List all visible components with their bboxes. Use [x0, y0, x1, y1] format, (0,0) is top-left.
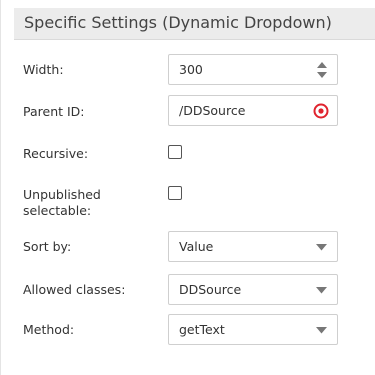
panel-header: Specific Settings (Dynamic Dropdown) [14, 8, 375, 40]
recursive-checkbox[interactable] [168, 145, 182, 159]
recursive-label: Recursive: [23, 146, 89, 161]
chevron-down-icon [316, 244, 327, 251]
method-value: getText [179, 322, 225, 337]
method-select[interactable]: getText [168, 314, 338, 345]
method-label: Method: [23, 322, 75, 337]
target-icon[interactable] [313, 103, 329, 119]
panel-title: Specific Settings (Dynamic Dropdown) [24, 13, 332, 32]
parent-id-label: Parent ID: [23, 104, 85, 119]
allowed-classes-select[interactable]: DDSource [168, 274, 338, 305]
spinner-icon[interactable] [316, 60, 328, 80]
width-value: 300 [179, 62, 203, 77]
sort-by-select[interactable]: Value [168, 231, 338, 262]
unpublished-label-line2: selectable: [23, 203, 92, 218]
chevron-down-icon [316, 287, 327, 294]
allowed-classes-value: DDSource [179, 282, 242, 297]
allowed-classes-label: Allowed classes: [23, 282, 126, 297]
specific-settings-panel: Specific Settings (Dynamic Dropdown) Wid… [0, 0, 375, 375]
unpublished-label-line1: Unpublished [23, 187, 101, 202]
parent-id-field[interactable]: /DDSource [168, 95, 338, 126]
width-label: Width: [23, 62, 64, 77]
unpublished-checkbox[interactable] [168, 186, 182, 200]
chevron-down-icon [316, 327, 327, 334]
sort-by-label: Sort by: [23, 239, 72, 254]
sort-by-value: Value [179, 239, 214, 254]
width-field[interactable]: 300 [168, 54, 338, 85]
parent-id-value: /DDSource [179, 103, 246, 118]
